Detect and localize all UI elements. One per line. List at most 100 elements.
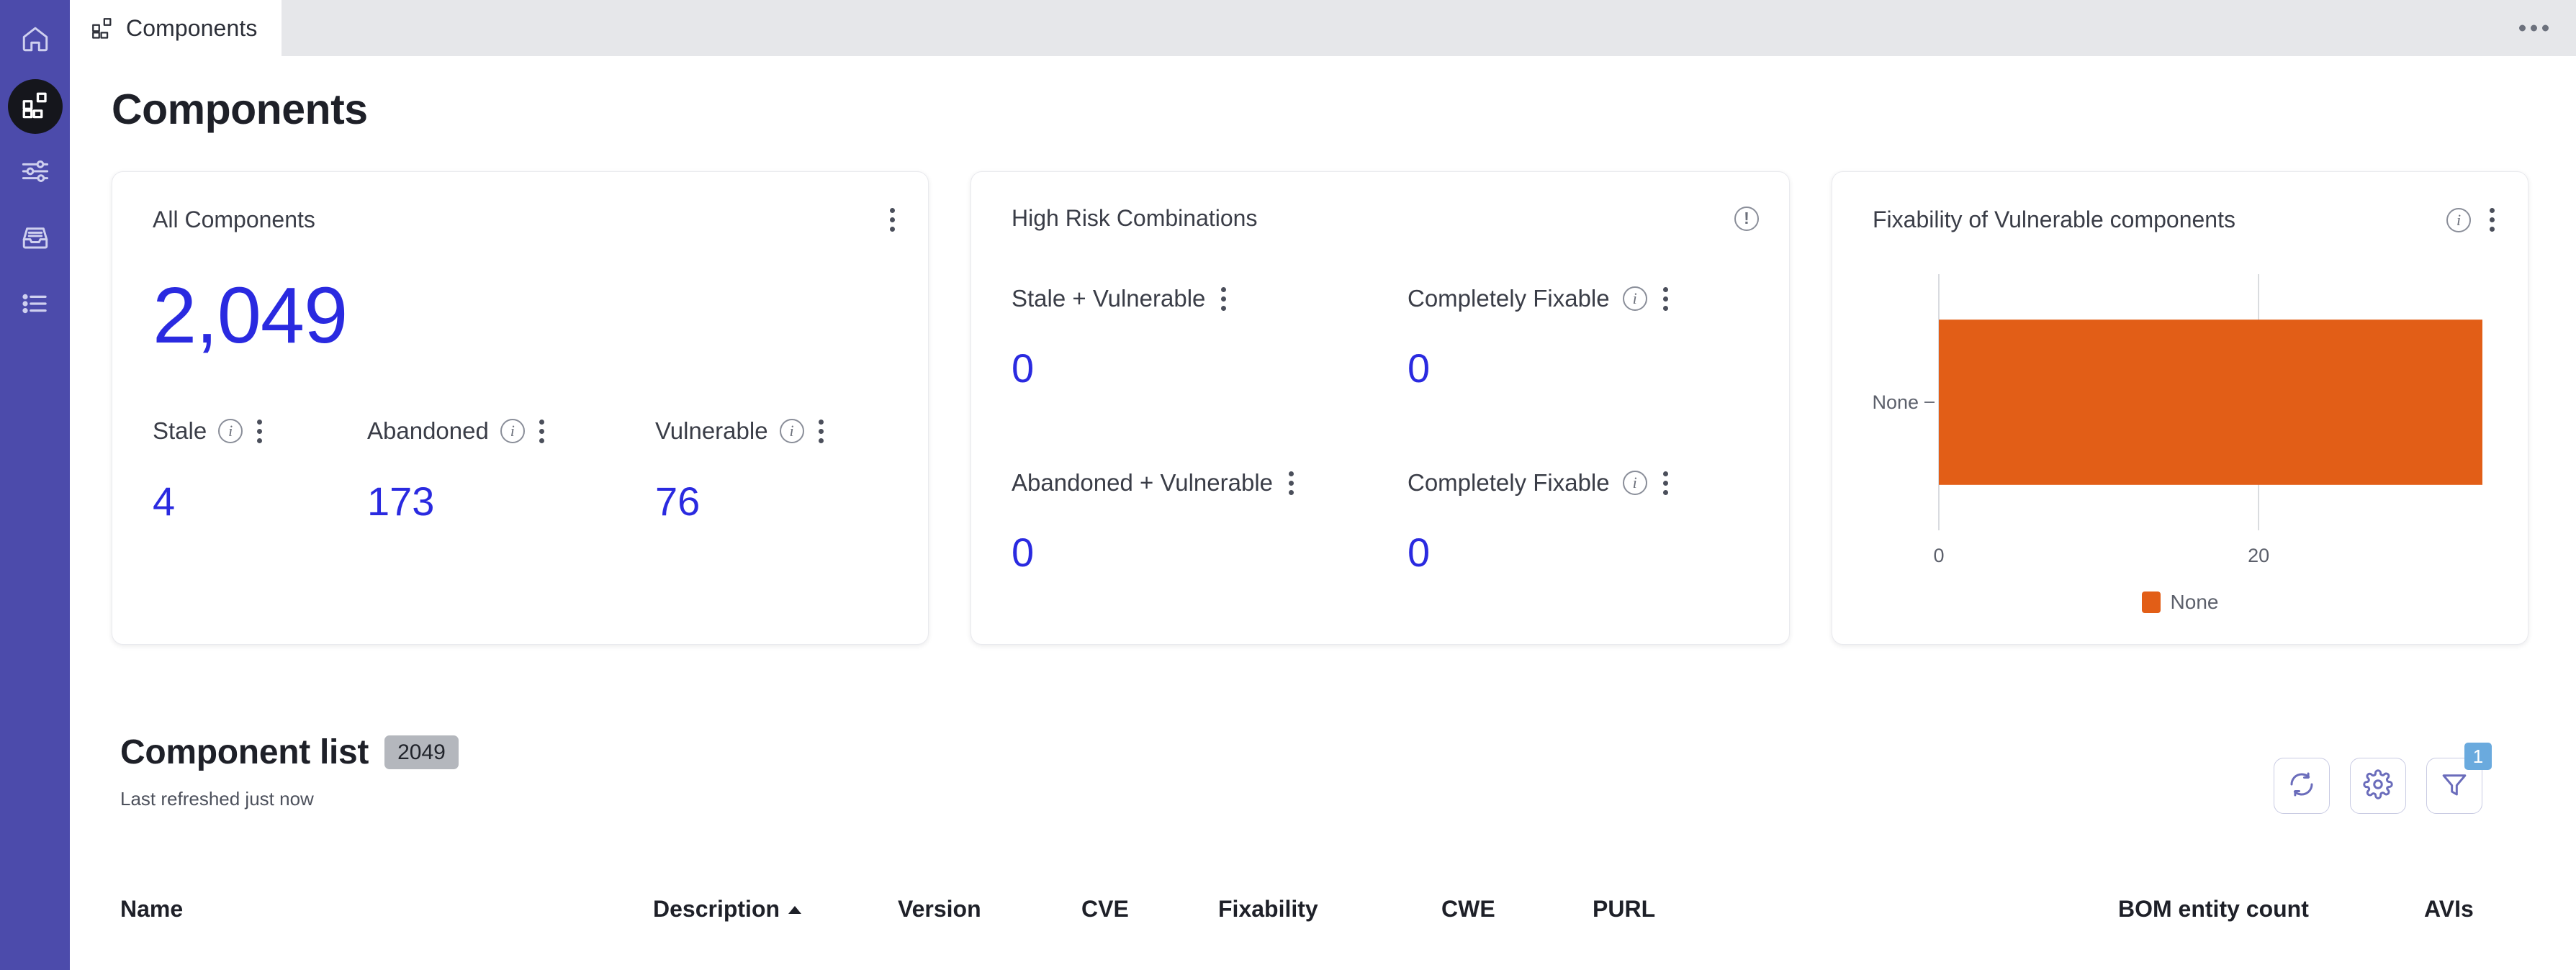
sidebar-item-home[interactable] bbox=[8, 13, 63, 68]
kebab-menu-icon[interactable] bbox=[1660, 468, 1671, 498]
cell-label: Abandoned + Vulnerable bbox=[1012, 469, 1273, 496]
cell-label: Completely Fixable bbox=[1408, 469, 1610, 496]
kebab-menu-icon[interactable] bbox=[1660, 284, 1671, 314]
cell-completely-fixable-1: Completely Fixable i 0 bbox=[1408, 284, 1759, 389]
sidebar-item-components[interactable] bbox=[7, 79, 63, 134]
cell-abandoned-vulnerable: Abandoned + Vulnerable 0 bbox=[1012, 468, 1408, 573]
sidebar-item-settings[interactable] bbox=[8, 145, 63, 200]
cell-completely-fixable-2: Completely Fixable i 0 bbox=[1408, 468, 1759, 573]
kebab-menu-icon[interactable] bbox=[536, 417, 547, 446]
bar-none[interactable] bbox=[1939, 319, 2482, 485]
alert-circle-icon[interactable]: ! bbox=[1734, 206, 1759, 231]
metric-value: 76 bbox=[655, 479, 701, 524]
column-header-name[interactable]: Name bbox=[120, 896, 653, 923]
cell-label: Stale + Vulnerable bbox=[1012, 285, 1206, 312]
summary-cards: All Components 2,049 Stale i 4 Abandoned… bbox=[112, 171, 2528, 645]
kebab-menu-icon[interactable] bbox=[816, 417, 827, 446]
settings-button[interactable] bbox=[2350, 758, 2406, 814]
metric-label: Abandoned bbox=[367, 417, 489, 444]
card-title: Fixability of Vulnerable components bbox=[1873, 207, 2235, 232]
sliders-icon bbox=[20, 156, 50, 190]
filter-button[interactable]: 1 bbox=[2426, 743, 2492, 814]
column-header-fixability[interactable]: Fixability bbox=[1218, 896, 1441, 923]
card-all-components: All Components 2,049 Stale i 4 Abandoned… bbox=[112, 171, 929, 645]
x-tick-label-20: 20 bbox=[2248, 545, 2269, 566]
card-header: All Components bbox=[153, 205, 898, 235]
gear-icon bbox=[2363, 769, 2393, 803]
column-header-purl[interactable]: PURL bbox=[1593, 896, 2118, 923]
cell-label: Completely Fixable bbox=[1408, 285, 1610, 312]
inbox-icon bbox=[20, 222, 50, 256]
cell-stale-vulnerable: Stale + Vulnerable 0 bbox=[1012, 284, 1408, 389]
column-header-bom-count[interactable]: BOM entity count bbox=[2118, 896, 2424, 923]
info-icon[interactable]: i bbox=[2446, 207, 2471, 232]
tab-components[interactable]: Components bbox=[70, 0, 282, 56]
components-grid-icon bbox=[20, 90, 50, 124]
list-icon bbox=[20, 289, 50, 322]
components-grid-icon bbox=[90, 16, 114, 40]
legend-label-none: None bbox=[2170, 591, 2219, 613]
page-title: Components bbox=[112, 86, 368, 133]
metric-value: 4 bbox=[153, 479, 176, 524]
column-label: Version bbox=[898, 895, 981, 922]
column-label: PURL bbox=[1593, 895, 1656, 922]
component-table: Name Description Version CVE Fixability … bbox=[120, 887, 2533, 930]
legend-swatch-none bbox=[2141, 591, 2161, 613]
card-header: Fixability of Vulnerable components i bbox=[1873, 205, 2498, 235]
column-header-cwe[interactable]: CWE bbox=[1441, 896, 1593, 923]
kebab-menu-icon[interactable] bbox=[2487, 205, 2498, 235]
kebab-menu-icon[interactable] bbox=[887, 205, 898, 235]
info-icon[interactable]: i bbox=[1622, 286, 1647, 311]
column-label: Description bbox=[653, 895, 780, 922]
filter-icon bbox=[2439, 769, 2469, 803]
info-icon[interactable]: i bbox=[218, 419, 243, 443]
component-list-toolbar: 1 bbox=[2274, 743, 2492, 814]
info-icon[interactable]: i bbox=[500, 419, 525, 443]
x-tick-label-0: 0 bbox=[1933, 545, 1944, 566]
sidebar-item-list[interactable] bbox=[8, 278, 63, 332]
column-label: AVIs bbox=[2424, 895, 2474, 922]
column-header-description[interactable]: Description bbox=[653, 896, 898, 923]
page-content: Components All Components 2,049 Stale i … bbox=[70, 56, 2576, 970]
column-header-version[interactable]: Version bbox=[898, 896, 1081, 923]
cell-value: 0 bbox=[1012, 530, 1035, 575]
cell-value: 0 bbox=[1408, 530, 1431, 575]
ellipsis-icon[interactable] bbox=[2519, 24, 2549, 32]
column-header-avis[interactable]: AVIs bbox=[2424, 896, 2474, 923]
chart-legend: None bbox=[1832, 591, 2528, 614]
card-high-risk-combinations: High Risk Combinations ! Stale + Vulnera… bbox=[970, 171, 1790, 645]
column-label: CWE bbox=[1441, 895, 1495, 922]
kebab-menu-icon[interactable] bbox=[254, 417, 265, 446]
metric-stale: Stale i 4 bbox=[153, 417, 367, 522]
y-tick-label-none: None bbox=[1872, 391, 1919, 413]
info-icon[interactable]: i bbox=[1622, 471, 1647, 495]
tab-bar: Components bbox=[70, 0, 2576, 56]
cell-value: 0 bbox=[1012, 345, 1035, 391]
component-list-header: Component list 2049 Last refreshed just … bbox=[120, 733, 459, 810]
column-label: CVE bbox=[1081, 895, 1129, 922]
card-header: High Risk Combinations ! bbox=[1012, 205, 1759, 232]
card-fixability-chart: Fixability of Vulnerable components i No… bbox=[1832, 171, 2528, 645]
metric-vulnerable: Vulnerable i 76 bbox=[655, 417, 827, 522]
info-icon[interactable]: i bbox=[779, 419, 804, 443]
sidebar-item-inbox[interactable] bbox=[8, 212, 63, 266]
metric-abandoned: Abandoned i 173 bbox=[367, 417, 655, 522]
refresh-icon bbox=[2287, 769, 2317, 803]
sidebar bbox=[0, 0, 70, 970]
metric-label: Stale bbox=[153, 417, 207, 444]
metric-label: Vulnerable bbox=[655, 417, 768, 444]
card-title: All Components bbox=[153, 207, 315, 232]
kebab-menu-icon[interactable] bbox=[1286, 468, 1297, 498]
refresh-button[interactable] bbox=[2274, 758, 2330, 814]
component-count-badge: 2049 bbox=[384, 735, 459, 770]
home-icon bbox=[20, 24, 50, 58]
column-label: BOM entity count bbox=[2118, 895, 2309, 922]
fixability-bar-chart: None 0 20 bbox=[1832, 266, 2528, 597]
last-refreshed-text: Last refreshed just now bbox=[120, 788, 314, 810]
column-header-cve[interactable]: CVE bbox=[1081, 896, 1218, 923]
column-label: Name bbox=[120, 895, 184, 922]
chart-svg: None 0 20 bbox=[1872, 274, 2482, 566]
sort-ascending-icon bbox=[788, 905, 802, 914]
filter-count-badge: 1 bbox=[2464, 743, 2492, 770]
kebab-menu-icon[interactable] bbox=[1218, 284, 1229, 314]
